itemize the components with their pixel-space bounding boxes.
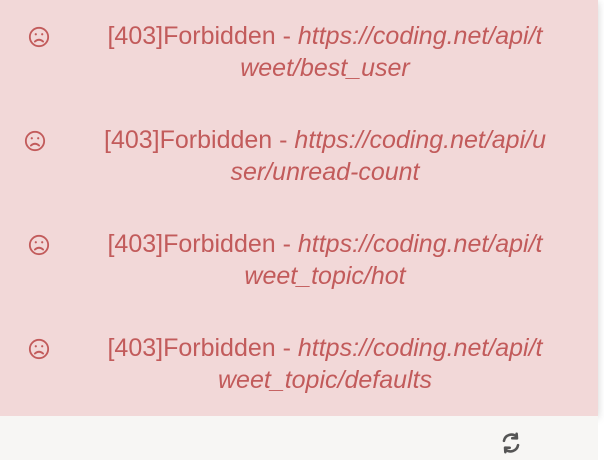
alert-item: [403]Forbidden - https://coding.net/api/…	[0, 104, 598, 208]
error-alert-panel: [403]Forbidden - https://coding.net/api/…	[0, 0, 598, 416]
alert-message: [403]Forbidden - https://coding.net/api/…	[68, 332, 582, 396]
frown-icon	[24, 130, 46, 152]
alert-url-part-1: https://coding.net/api/t	[297, 334, 543, 362]
alert-item: [403]Forbidden - https://coding.net/api/…	[0, 0, 598, 104]
alert-url-part-1: https://coding.net/api/t	[297, 22, 543, 50]
alert-status-text: [403]Forbidden -	[107, 230, 298, 258]
refresh-icon	[502, 432, 520, 454]
alert-message: [403]Forbidden - https://coding.net/api/…	[68, 124, 582, 188]
alert-item: [403]Forbidden - https://coding.net/api/…	[0, 312, 598, 416]
alert-url-part-2: weet_topic/defaults	[217, 366, 433, 394]
refresh-button[interactable]	[498, 430, 524, 456]
alert-status-text: [403]Forbidden -	[107, 334, 298, 362]
alert-status-text: [403]Forbidden -	[104, 126, 295, 154]
alert-url-part-2: weet/best_user	[240, 54, 410, 82]
frown-icon	[28, 26, 50, 48]
alert-message: [403]Forbidden - https://coding.net/api/…	[68, 20, 582, 84]
alert-url-part-2: ser/unread-count	[230, 158, 420, 186]
frown-icon	[28, 234, 50, 256]
alert-url-part-1: https://coding.net/api/t	[297, 230, 543, 258]
alert-url-part-1: https://coding.net/api/u	[294, 126, 546, 154]
alert-status-text: [403]Forbidden -	[107, 22, 298, 50]
alert-url-part-2: weet_topic/hot	[244, 262, 406, 290]
right-scroll-edge	[598, 0, 604, 460]
alert-message: [403]Forbidden - https://coding.net/api/…	[68, 228, 582, 292]
alert-item: [403]Forbidden - https://coding.net/api/…	[0, 208, 598, 312]
frown-icon	[28, 338, 50, 360]
